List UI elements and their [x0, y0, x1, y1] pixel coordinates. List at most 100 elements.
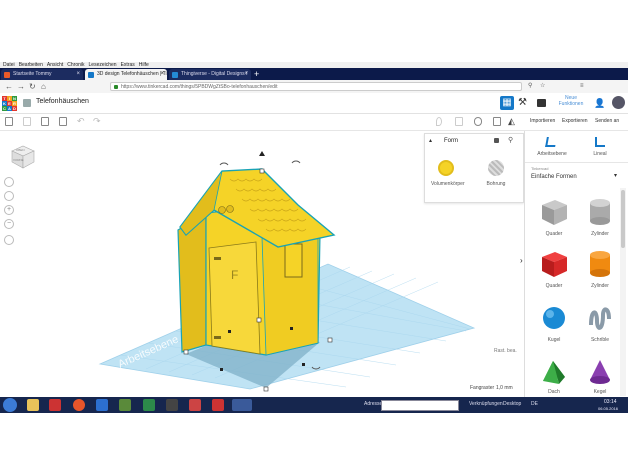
close-tab-icon[interactable]: ×	[76, 69, 80, 80]
tab-thingiverse[interactable]: Thingiverse - Digital Designs f ×	[169, 69, 251, 80]
lock-icon[interactable]	[494, 138, 499, 143]
lift-arrow-icon[interactable]	[259, 151, 265, 156]
cone-purple-icon	[590, 360, 610, 384]
screen-top-margin	[0, 0, 628, 62]
new-tab-button[interactable]: +	[254, 68, 259, 80]
menu-icon[interactable]: ≡	[580, 82, 584, 91]
shape-box-red[interactable]	[539, 249, 569, 279]
new-features-link[interactable]: Neue Funktionen	[556, 95, 586, 107]
tab-label: 3D design Telefonhäuschen | Ti	[97, 71, 167, 77]
copy-icon[interactable]	[5, 117, 13, 126]
zoom-in-icon[interactable]: +	[4, 205, 14, 215]
ungroup-icon[interactable]	[474, 117, 482, 126]
close-tab-icon[interactable]: ×	[244, 69, 248, 80]
tab-startseite[interactable]: Startseite Tommy ×	[1, 69, 83, 80]
forward-icon[interactable]: →	[17, 82, 25, 91]
collapse-icon[interactable]: ▴	[429, 137, 432, 144]
door-hinge	[214, 257, 221, 260]
design-grid-icon[interactable]	[23, 99, 31, 107]
view-cube[interactable]: OBEN VORNE	[10, 143, 36, 169]
shape-cylinder-gray[interactable]	[585, 197, 615, 227]
address-input[interactable]	[381, 400, 459, 411]
zoom-out-icon[interactable]: −	[4, 219, 14, 229]
perspective-icon[interactable]	[4, 235, 14, 245]
tab-tinkercad[interactable]: 3D design Telefonhäuschen | Ti ×	[85, 69, 167, 80]
bricks-icon[interactable]	[537, 99, 546, 107]
pickaxe-icon[interactable]: ⚒	[518, 97, 527, 108]
export-button[interactable]: Exportieren	[562, 118, 588, 124]
collapse-panel-icon[interactable]: ›	[520, 256, 523, 265]
explorer-icon[interactable]	[27, 399, 39, 411]
solid-label: Volumenkörper	[431, 181, 465, 187]
links-label[interactable]: Verknüpfungen	[469, 401, 503, 407]
delete-icon[interactable]	[59, 117, 67, 126]
app-icon[interactable]	[143, 399, 155, 411]
shape-box-gray[interactable]	[539, 197, 569, 227]
snap-grid-value[interactable]: 1,0 mm	[496, 385, 513, 391]
align-icon[interactable]	[493, 117, 501, 126]
note-icon[interactable]	[436, 117, 442, 126]
house-left-wall[interactable]	[177, 211, 207, 353]
favicon-icon	[4, 72, 10, 78]
send-to-button[interactable]: Senden an	[595, 118, 619, 124]
avatar[interactable]	[612, 96, 625, 109]
tinkercad-logo[interactable]: T I N K E R C A D	[2, 96, 18, 111]
workplane-button[interactable]: Arbeitsebene	[535, 151, 569, 157]
app-icon[interactable]	[96, 399, 108, 411]
snap-edit-label[interactable]: Rast. bea.	[494, 348, 517, 354]
rotate-handle-icon[interactable]	[291, 160, 301, 164]
light-bulb-icon[interactable]: ⚲	[508, 136, 513, 144]
app-icon[interactable]	[189, 399, 201, 411]
app-icon[interactable]	[49, 399, 61, 411]
inspector-title: Form	[444, 138, 458, 144]
mirror-icon[interactable]: ◭	[508, 116, 515, 127]
redo-icon[interactable]: ↷	[93, 116, 101, 127]
library-select[interactable]: Einfache Formen	[531, 174, 577, 180]
ruler-icon[interactable]	[595, 137, 605, 147]
chevron-down-icon[interactable]: ▾	[614, 172, 617, 179]
back-icon[interactable]: ←	[5, 82, 13, 91]
group-icon[interactable]	[455, 117, 463, 126]
close-tab-icon[interactable]: ×	[160, 69, 164, 80]
language-indicator[interactable]: DE	[531, 401, 538, 407]
reload-icon[interactable]: ↻	[29, 82, 36, 91]
search-icon[interactable]: ⚲	[528, 82, 532, 91]
paste-icon[interactable]	[23, 117, 31, 126]
undo-icon[interactable]: ↶	[77, 116, 85, 127]
shape-sphere-blue[interactable]	[539, 303, 569, 333]
star-icon[interactable]: ☆	[540, 82, 545, 91]
shape-label: Quader	[545, 231, 563, 237]
duplicate-icon[interactable]	[41, 117, 49, 126]
import-button[interactable]: Importieren	[530, 118, 555, 124]
home-icon[interactable]: ⌂	[41, 82, 46, 91]
cylinder-gray-icon	[590, 199, 610, 225]
rotate-handle-icon[interactable]	[219, 162, 229, 166]
editor-toolbar: ↶ ↷ ◭ Importieren Exportieren Senden an	[0, 114, 628, 131]
ruler-button[interactable]: Lineal	[587, 151, 613, 157]
shape-cylinder-orange[interactable]	[585, 249, 615, 279]
desktop-label[interactable]: Desktop	[503, 401, 521, 407]
workplane-icon[interactable]	[545, 137, 557, 147]
shape-scribble[interactable]	[585, 303, 615, 333]
scrollbar-thumb[interactable]	[621, 190, 625, 248]
shape-cone-purple[interactable]	[585, 357, 615, 387]
hole-swatch[interactable]	[488, 160, 504, 176]
app-icon[interactable]	[119, 399, 131, 411]
box-gray-icon	[542, 200, 567, 225]
app-icon[interactable]	[166, 399, 178, 411]
3d-view-icon[interactable]: ▦	[500, 96, 514, 110]
sphere-blue-icon	[543, 307, 565, 329]
design-title[interactable]: Telefonhäuschen	[36, 98, 89, 105]
clock-time[interactable]: 03:14	[604, 399, 617, 405]
app-icon[interactable]	[212, 399, 224, 411]
solid-color-swatch[interactable]	[438, 160, 454, 176]
add-user-icon[interactable]: 👤	[594, 98, 605, 109]
opera-icon[interactable]	[73, 399, 85, 411]
shape-roof-green[interactable]	[539, 357, 569, 387]
firefox-taskbar-button[interactable]	[232, 399, 252, 411]
url-field[interactable]: https://www.tinkercad.com/things/5PBDWgZ…	[110, 82, 522, 91]
tab-label: Thingiverse - Digital Designs f	[181, 71, 248, 77]
start-button[interactable]	[3, 398, 17, 412]
fit-view-icon[interactable]	[4, 191, 14, 201]
home-view-icon[interactable]	[4, 177, 14, 187]
